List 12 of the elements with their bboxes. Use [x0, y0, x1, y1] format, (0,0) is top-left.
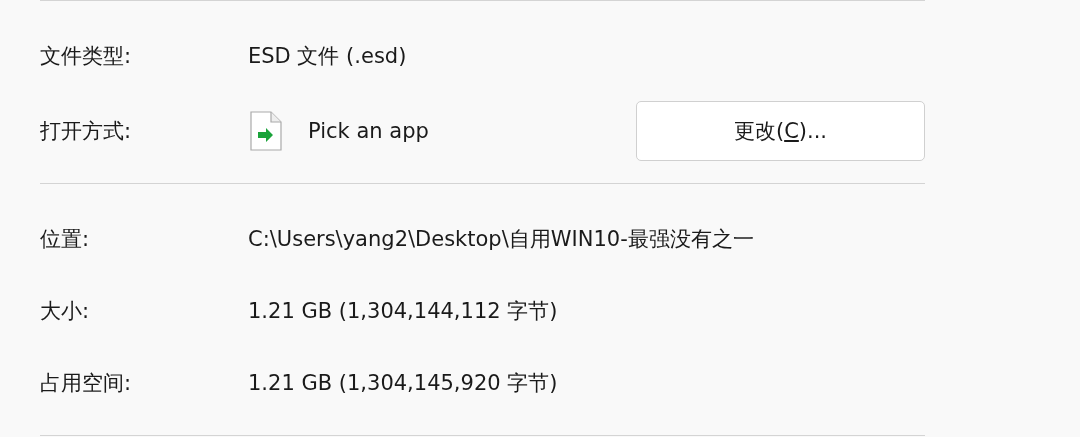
file-icon	[248, 110, 284, 152]
field-label: 文件类型:	[40, 43, 133, 70]
field-label: 打开方式:	[40, 118, 133, 145]
field-label: 大小:	[40, 298, 91, 325]
field-value: 1.21 GB (1,304,144,112 字节)	[248, 298, 558, 325]
field-value: C:\Users\yang2\Desktop\自用WIN10-最强没有之一	[248, 226, 754, 253]
field-value: 1.21 GB (1,304,145,920 字节)	[248, 370, 558, 397]
field-label: 位置:	[40, 226, 91, 253]
field-value: ESD 文件 (.esd)	[248, 43, 407, 70]
field-label: 占用空间:	[40, 370, 133, 397]
app-name: Pick an app	[308, 119, 429, 143]
change-button[interactable]: 更改(C)...	[636, 101, 925, 161]
